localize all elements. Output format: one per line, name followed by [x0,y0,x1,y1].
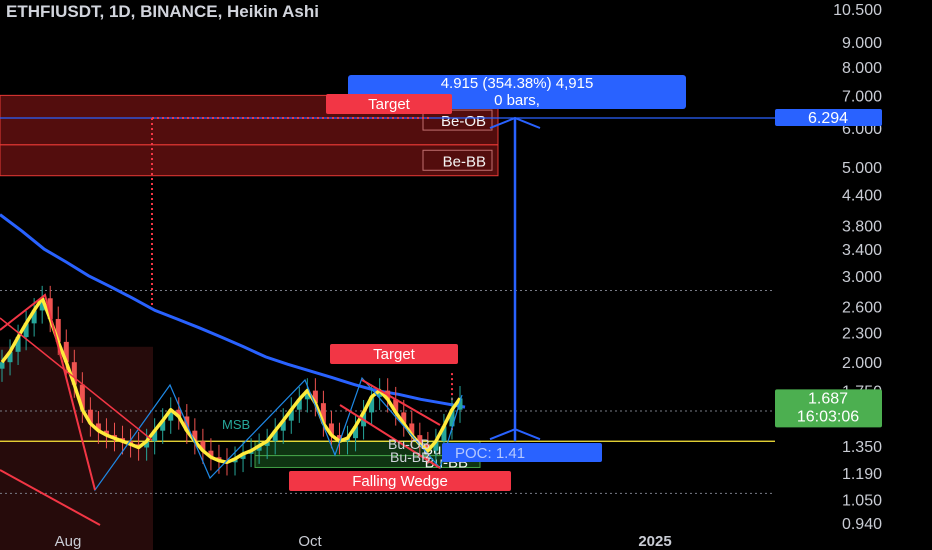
y-tick-label: 1.050 [842,492,882,509]
price-chart[interactable]: Be-OBBe-BBBu-OBBu-BB 4.915 (354.38%) 4,9… [0,0,932,550]
y-tick-label: 10.500 [833,2,882,19]
zone-label-be-ob: Be-OB [441,113,486,130]
y-tick-label: 4.400 [842,187,882,204]
price-label-value: 6.294 [808,110,848,127]
y-tick-label: 1.190 [842,466,882,483]
y-tick-label: 1.350 [842,439,882,456]
y-tick-label: 3.400 [842,242,882,259]
y-tick-label: 5.000 [842,160,882,177]
y-tick-label: 7.000 [842,88,882,105]
chart-title: ETHFIUSDT, 1D, BINANCE, Heikin Ashi [6,2,319,21]
y-tick-label: 2.600 [842,299,882,316]
y-tick-label: 9.000 [842,35,882,52]
measure-text: 4.915 (354.38%) 4,915 [441,75,594,92]
y-axis[interactable]: 10.5009.0008.0007.0006.0005.0004.4003.80… [775,0,932,550]
price-label-countdown: 16:03:06 [797,408,859,425]
measure-bars-text: 0 bars, [494,92,540,109]
y-tick-label: 0.940 [842,516,882,533]
x-tick-label: Oct [298,533,322,550]
y-tick-label: 3.000 [842,269,882,286]
y-tick-label: 2.300 [842,325,882,342]
x-tick-label: Aug [55,533,82,550]
y-tick-label: 3.800 [842,218,882,235]
poc-label: POC: 1.41 [455,445,525,462]
msb-label: MSB [222,417,250,432]
y-tick-label: 8.000 [842,60,882,77]
y-tick-label: 2.000 [842,355,882,372]
target-label-upper: Target [368,96,411,113]
x-tick-label: 2025 [638,533,671,550]
candle-body [0,362,5,369]
price-label-value: 1.687 [808,390,848,407]
falling-wedge-label: Falling Wedge [352,473,448,490]
bu-bb-label: Bu-BB [390,449,430,465]
zone-label-be-bb: Be-BB [443,153,486,170]
target-label-lower: Target [373,346,416,363]
